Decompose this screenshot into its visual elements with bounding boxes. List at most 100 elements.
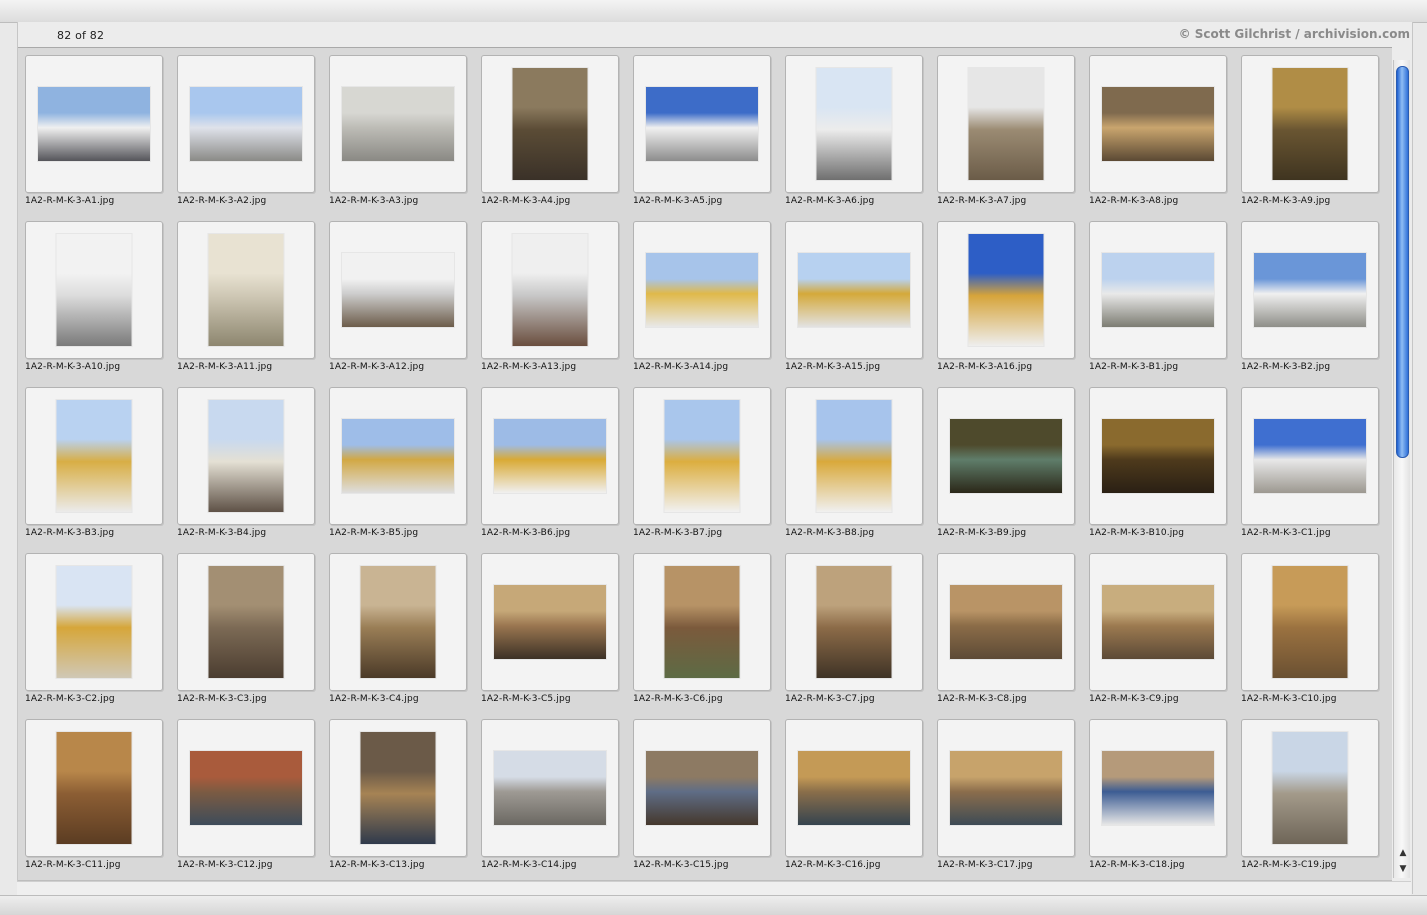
thumbnail-image[interactable] bbox=[190, 751, 302, 825]
thumbnail-image[interactable] bbox=[56, 732, 132, 844]
thumbnail-cell[interactable]: 1A2-R-M-K-3-C9.jpg bbox=[1088, 552, 1228, 712]
thumbnail-cell[interactable]: 1A2-R-M-K-3-A8.jpg bbox=[1088, 54, 1228, 214]
thumbnail-image[interactable] bbox=[1272, 68, 1348, 180]
slide-frame[interactable] bbox=[177, 553, 315, 691]
slide-frame[interactable] bbox=[785, 387, 923, 525]
thumbnail-image[interactable] bbox=[664, 566, 740, 678]
thumbnail-cell[interactable]: 1A2-R-M-K-3-A13.jpg bbox=[480, 220, 620, 380]
thumbnail-cell[interactable]: 1A2-R-M-K-3-C10.jpg bbox=[1240, 552, 1380, 712]
slide-frame[interactable] bbox=[785, 221, 923, 359]
thumbnail-cell[interactable]: 1A2-R-M-K-3-A4.jpg bbox=[480, 54, 620, 214]
slide-frame[interactable] bbox=[1089, 719, 1227, 857]
slide-frame[interactable] bbox=[937, 55, 1075, 193]
slide-frame[interactable] bbox=[177, 387, 315, 525]
slide-frame[interactable] bbox=[937, 719, 1075, 857]
slide-frame[interactable] bbox=[25, 55, 163, 193]
slide-frame[interactable] bbox=[481, 553, 619, 691]
thumbnail-cell[interactable]: 1A2-R-M-K-3-C1.jpg bbox=[1240, 386, 1380, 546]
thumbnail-image[interactable] bbox=[646, 253, 758, 327]
slide-frame[interactable] bbox=[1241, 387, 1379, 525]
thumbnail-image[interactable] bbox=[950, 751, 1062, 825]
thumbnail-cell[interactable]: 1A2-R-M-K-3-A16.jpg bbox=[936, 220, 1076, 380]
thumbnail-cell[interactable]: 1A2-R-M-K-3-B10.jpg bbox=[1088, 386, 1228, 546]
thumbnail-cell[interactable]: 1A2-R-M-K-3-C3.jpg bbox=[176, 552, 316, 712]
thumbnail-image[interactable] bbox=[1102, 585, 1214, 659]
slide-frame[interactable] bbox=[329, 221, 467, 359]
thumbnail-cell[interactable]: 1A2-R-M-K-3-A11.jpg bbox=[176, 220, 316, 380]
slide-frame[interactable] bbox=[329, 55, 467, 193]
thumbnail-cell[interactable]: 1A2-R-M-K-3-C17.jpg bbox=[936, 718, 1076, 878]
slide-frame[interactable] bbox=[1089, 221, 1227, 359]
thumbnail-cell[interactable]: 1A2-R-M-K-3-B1.jpg bbox=[1088, 220, 1228, 380]
thumbnail-image[interactable] bbox=[208, 234, 284, 346]
thumbnail-cell[interactable]: 1A2-R-M-K-3-A14.jpg bbox=[632, 220, 772, 380]
thumbnail-image[interactable] bbox=[1254, 253, 1366, 327]
thumbnail-cell[interactable]: 1A2-R-M-K-3-C16.jpg bbox=[784, 718, 924, 878]
slide-frame[interactable] bbox=[1089, 55, 1227, 193]
slide-frame[interactable] bbox=[633, 719, 771, 857]
thumbnail-cell[interactable]: 1A2-R-M-K-3-A6.jpg bbox=[784, 54, 924, 214]
thumbnail-image[interactable] bbox=[816, 566, 892, 678]
thumbnail-cell[interactable]: 1A2-R-M-K-3-C13.jpg bbox=[328, 718, 468, 878]
thumbnail-image[interactable] bbox=[56, 234, 132, 346]
thumbnail-image[interactable] bbox=[950, 419, 1062, 493]
thumbnail-image[interactable] bbox=[950, 585, 1062, 659]
slide-frame[interactable] bbox=[1241, 553, 1379, 691]
thumbnail-image[interactable] bbox=[512, 234, 588, 346]
thumbnail-cell[interactable]: 1A2-R-M-K-3-C18.jpg bbox=[1088, 718, 1228, 878]
thumbnail-cell[interactable]: 1A2-R-M-K-3-C8.jpg bbox=[936, 552, 1076, 712]
thumbnail-image[interactable] bbox=[56, 566, 132, 678]
thumbnail-image[interactable] bbox=[190, 87, 302, 161]
slide-frame[interactable] bbox=[177, 221, 315, 359]
slide-frame[interactable] bbox=[481, 55, 619, 193]
thumbnail-image[interactable] bbox=[360, 732, 436, 844]
thumbnail-image[interactable] bbox=[56, 400, 132, 512]
thumbnail-cell[interactable]: 1A2-R-M-K-3-B9.jpg bbox=[936, 386, 1076, 546]
thumbnail-image[interactable] bbox=[646, 87, 758, 161]
thumbnail-cell[interactable]: 1A2-R-M-K-3-B7.jpg bbox=[632, 386, 772, 546]
thumbnail-cell[interactable]: 1A2-R-M-K-3-C4.jpg bbox=[328, 552, 468, 712]
thumbnail-cell[interactable]: 1A2-R-M-K-3-A7.jpg bbox=[936, 54, 1076, 214]
thumbnail-cell[interactable]: 1A2-R-M-K-3-A12.jpg bbox=[328, 220, 468, 380]
thumbnail-image[interactable] bbox=[816, 68, 892, 180]
thumbnail-image[interactable] bbox=[342, 419, 454, 493]
slide-frame[interactable] bbox=[633, 387, 771, 525]
thumbnail-cell[interactable]: 1A2-R-M-K-3-C2.jpg bbox=[24, 552, 164, 712]
thumbnail-image[interactable] bbox=[208, 400, 284, 512]
thumbnail-image[interactable] bbox=[360, 566, 436, 678]
slide-frame[interactable] bbox=[25, 719, 163, 857]
slide-frame[interactable] bbox=[481, 387, 619, 525]
thumbnail-image[interactable] bbox=[512, 68, 588, 180]
thumbnail-cell[interactable]: 1A2-R-M-K-3-B3.jpg bbox=[24, 386, 164, 546]
thumbnail-image[interactable] bbox=[208, 566, 284, 678]
thumbnail-cell[interactable]: 1A2-R-M-K-3-C15.jpg bbox=[632, 718, 772, 878]
thumbnail-cell[interactable]: 1A2-R-M-K-3-B6.jpg bbox=[480, 386, 620, 546]
scroll-up-arrow-icon[interactable]: ▲ bbox=[1397, 848, 1409, 858]
thumbnail-image[interactable] bbox=[798, 253, 910, 327]
thumbnail-cell[interactable]: 1A2-R-M-K-3-A9.jpg bbox=[1240, 54, 1380, 214]
thumbnail-image[interactable] bbox=[494, 751, 606, 825]
thumbnail-cell[interactable]: 1A2-R-M-K-3-C14.jpg bbox=[480, 718, 620, 878]
slide-frame[interactable] bbox=[25, 553, 163, 691]
thumbnail-cell[interactable]: 1A2-R-M-K-3-B8.jpg bbox=[784, 386, 924, 546]
slide-frame[interactable] bbox=[785, 719, 923, 857]
slide-frame[interactable] bbox=[25, 387, 163, 525]
thumbnail-image[interactable] bbox=[1272, 732, 1348, 844]
slide-frame[interactable] bbox=[329, 553, 467, 691]
thumbnail-cell[interactable]: 1A2-R-M-K-3-A10.jpg bbox=[24, 220, 164, 380]
thumbnail-image[interactable] bbox=[664, 400, 740, 512]
slide-frame[interactable] bbox=[1089, 553, 1227, 691]
slide-frame[interactable] bbox=[177, 719, 315, 857]
thumbnail-cell[interactable]: 1A2-R-M-K-3-A1.jpg bbox=[24, 54, 164, 214]
thumbnail-cell[interactable]: 1A2-R-M-K-3-B2.jpg bbox=[1240, 220, 1380, 380]
thumbnail-image[interactable] bbox=[798, 751, 910, 825]
slide-frame[interactable] bbox=[1241, 55, 1379, 193]
thumbnail-cell[interactable]: 1A2-R-M-K-3-A3.jpg bbox=[328, 54, 468, 214]
slide-frame[interactable] bbox=[633, 221, 771, 359]
thumbnail-image[interactable] bbox=[38, 87, 150, 161]
slide-frame[interactable] bbox=[633, 55, 771, 193]
slide-frame[interactable] bbox=[1089, 387, 1227, 525]
thumbnail-cell[interactable]: 1A2-R-M-K-3-C12.jpg bbox=[176, 718, 316, 878]
thumbnail-cell[interactable]: 1A2-R-M-K-3-C11.jpg bbox=[24, 718, 164, 878]
thumbnail-image[interactable] bbox=[1102, 751, 1214, 825]
